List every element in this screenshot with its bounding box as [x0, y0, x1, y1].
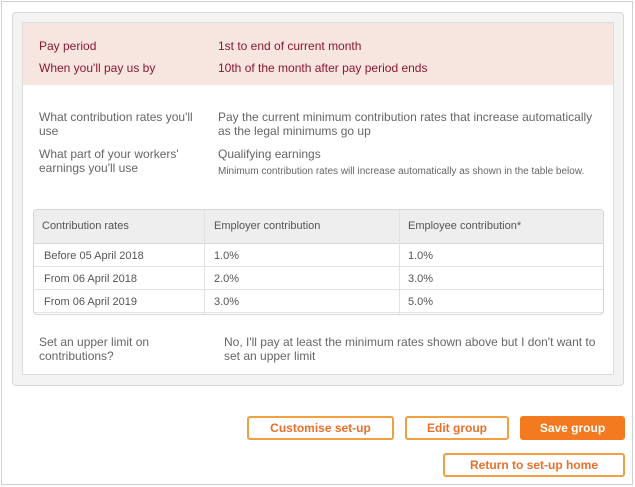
table-cell: 5.0%	[408, 296, 434, 308]
table-cell: Before 05 April 2018	[44, 250, 144, 262]
table-cell: 3.0%	[408, 273, 434, 285]
save-group-button[interactable]: Save group	[520, 416, 625, 440]
table-header: Contribution rates Employer contribution…	[34, 210, 603, 244]
group-summary-panel: Pay period 1st to end of current month W…	[12, 12, 624, 386]
table-cell: 2.0%	[214, 273, 240, 285]
table-row: From 06 April 2018 2.0% 3.0%	[34, 267, 603, 290]
table-header-cell: Employee contribution*	[408, 220, 522, 232]
table-cell: From 06 April 2019	[44, 296, 137, 308]
pay-period-value: 1st to end of current month	[218, 39, 362, 53]
table-cell: 3.0%	[214, 296, 240, 308]
payment-due-row: When you'll pay us by 10th of the month …	[39, 61, 599, 79]
page-frame: Pay period 1st to end of current month W…	[1, 1, 633, 485]
table-header-cell: Employer contribution	[214, 220, 321, 232]
table-cell: From 06 April 2018	[44, 273, 137, 285]
column-divider	[204, 210, 205, 314]
earnings-basis-value: Qualifying earnings	[218, 147, 321, 161]
contribution-rates-label: What contribution rates you'll use	[39, 110, 193, 138]
pay-schedule-band: Pay period 1st to end of current month W…	[23, 23, 613, 85]
upper-limit-value: No, I'll pay at least the minimum rates …	[224, 335, 596, 363]
upper-limit-label: Set an upper limit on contributions?	[39, 335, 150, 363]
pay-period-row: Pay period 1st to end of current month	[39, 39, 599, 57]
contribution-rates-value: Pay the current minimum contribution rat…	[218, 110, 593, 138]
table-cell: 1.0%	[214, 250, 240, 262]
table-cell: 1.0%	[408, 250, 434, 262]
payment-due-value: 10th of the month after pay period ends	[218, 61, 428, 75]
contribution-rates-table: Contribution rates Employer contribution…	[33, 209, 604, 315]
table-row: Before 05 April 2018 1.0% 1.0%	[34, 244, 603, 267]
earnings-basis-label: What part of your workers' earnings you'…	[39, 147, 179, 175]
payment-due-label: When you'll pay us by	[39, 61, 156, 75]
earnings-basis-value-wrap: Qualifying earnings Minimum contribution…	[218, 147, 598, 179]
customise-setup-button[interactable]: Customise set-up	[247, 416, 394, 440]
return-to-setup-home-button[interactable]: Return to set-up home	[443, 453, 625, 477]
group-summary-card: Pay period 1st to end of current month W…	[22, 22, 614, 375]
table-row: From 06 April 2019 3.0% 5.0%	[34, 290, 603, 313]
earnings-basis-note: Minimum contribution rates will increase…	[218, 166, 585, 177]
column-divider	[399, 210, 400, 314]
pay-period-label: Pay period	[39, 39, 97, 53]
edit-group-button[interactable]: Edit group	[405, 416, 509, 440]
table-header-cell: Contribution rates	[42, 220, 129, 232]
